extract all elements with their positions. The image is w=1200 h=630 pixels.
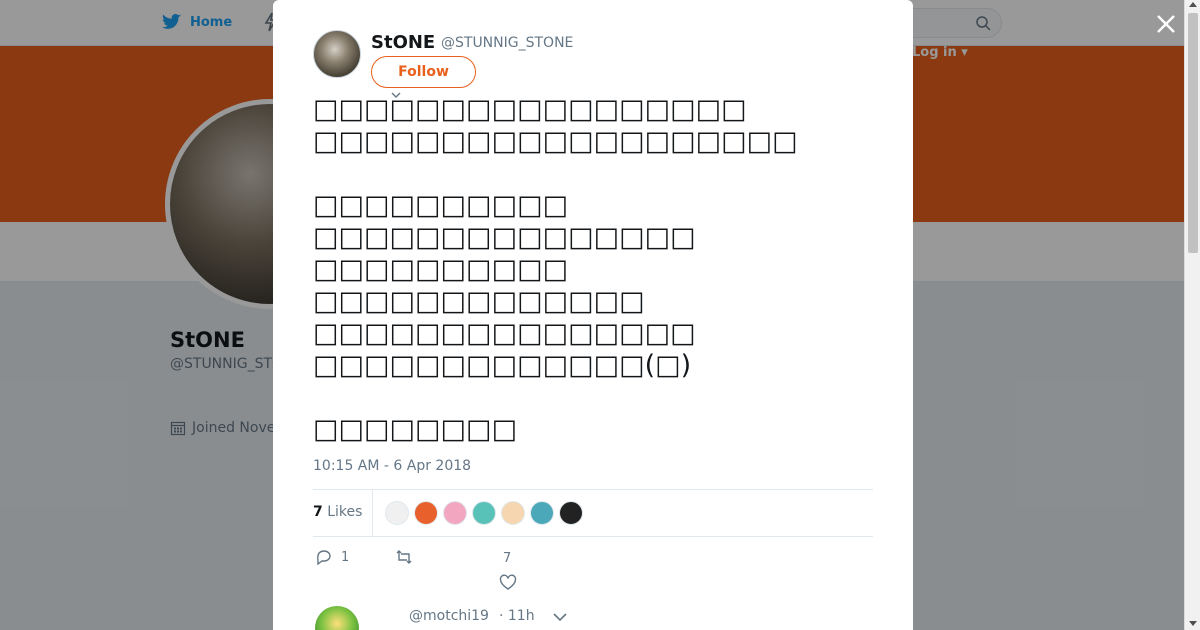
liker-avatar[interactable] [472, 501, 496, 525]
scroll-up-arrow[interactable] [1189, 2, 1197, 7]
liker-avatar[interactable] [559, 501, 583, 525]
follow-button[interactable]: Follow [371, 56, 476, 88]
like-count: 7 [503, 551, 512, 566]
tweet-author-name[interactable]: StONE [371, 32, 435, 53]
reply-button[interactable]: 1 [315, 548, 349, 566]
liker-avatar[interactable] [443, 501, 467, 525]
liker-avatars [385, 501, 583, 525]
close-icon [1157, 15, 1175, 33]
tweet-stats: 7 Likes [313, 489, 873, 537]
tweet-author-avatar[interactable] [313, 30, 361, 78]
tweet-author-handle[interactable]: @STUNNIG_STONE [441, 35, 573, 51]
retweet-icon [396, 550, 412, 564]
reply-tweet[interactable]: @motchi19 · 11h [313, 604, 873, 630]
heart-icon[interactable] [499, 574, 517, 592]
chevron-down-icon[interactable] [553, 612, 567, 622]
stats-divider [372, 490, 373, 536]
page-scrollbar[interactable] [1184, 0, 1200, 630]
likes-count: 7 [313, 504, 323, 520]
likes-label: Likes [327, 504, 363, 520]
close-button[interactable] [1154, 12, 1178, 36]
scroll-down-arrow[interactable] [1189, 621, 1197, 626]
reply-icon [316, 550, 331, 566]
tweet-timestamp[interactable]: 10:15 AM - 6 Apr 2018 [313, 458, 471, 474]
liker-avatar[interactable] [501, 501, 525, 525]
reply-handle[interactable]: @motchi19 [409, 608, 489, 624]
reply-count: 1 [341, 549, 350, 565]
tweet-modal: StONE @STUNNIG_STONE Follow □□□□□□□□□□□□… [273, 0, 913, 630]
liker-avatar[interactable] [414, 501, 438, 525]
retweet-button[interactable] [395, 548, 413, 566]
liker-avatar[interactable] [530, 501, 554, 525]
tweet-actions: 1 7 [313, 548, 873, 590]
reply-time[interactable]: · 11h [499, 608, 535, 624]
reply-avatar[interactable] [315, 606, 359, 630]
liker-avatar[interactable] [385, 501, 409, 525]
tweet-text: □□□□□□□□□□□□□□□□□ □□□□□□□□□□□□□□□□□□□ □□… [313, 94, 798, 445]
likes-stat[interactable]: 7 Likes [313, 504, 362, 520]
scroll-thumb[interactable] [1188, 13, 1198, 253]
